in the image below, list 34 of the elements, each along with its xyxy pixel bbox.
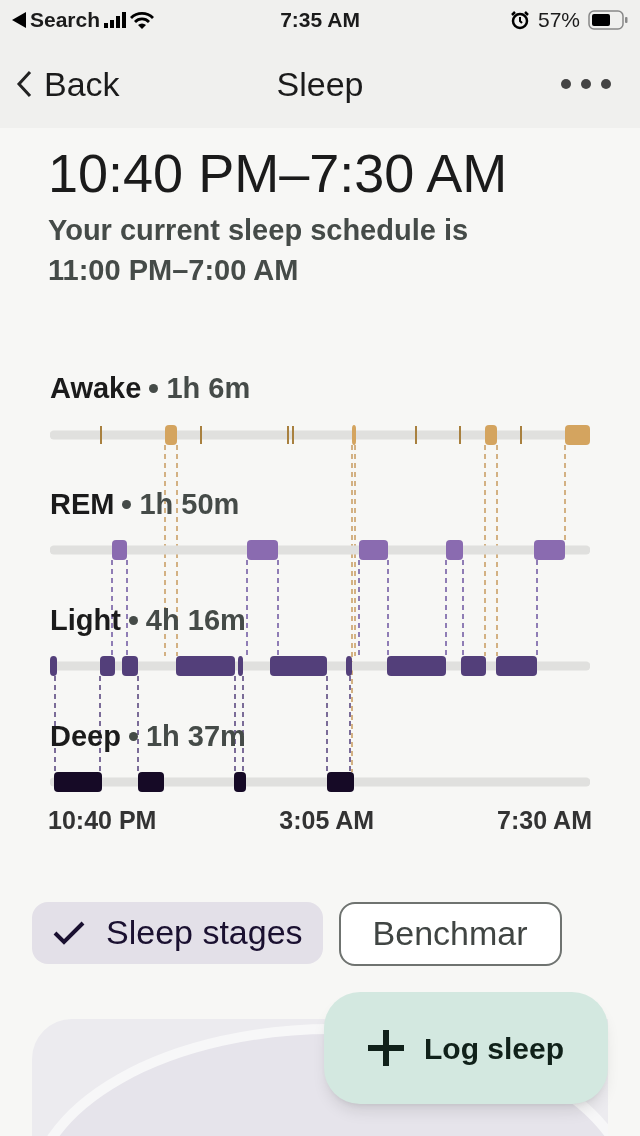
plus-icon [368, 1030, 404, 1066]
dot-icon [128, 616, 138, 625]
stage-name: REM [50, 487, 115, 522]
log-sleep-button[interactable]: Log sleep [324, 992, 608, 1104]
schedule-text: Your current sleep schedule is 11:00 PM–7:00 AM [48, 213, 470, 288]
stage-duration: 1h 37m [145, 719, 246, 754]
filter-chip[interactable]: Sleep stages [32, 901, 323, 964]
stage-name: Awake [50, 371, 142, 406]
back-arrow-icon [12, 12, 26, 28]
dot-icon [149, 384, 159, 393]
stage-name: Deep [50, 719, 121, 754]
battery-icon [588, 10, 628, 30]
back-button[interactable]: Back [16, 58, 216, 110]
time-axis-label: 3:05 AM [279, 805, 375, 836]
time-axis-label: 7:30 AM [497, 805, 592, 836]
signal-icon [104, 12, 127, 28]
filter-chip[interactable]: Benchmar [338, 901, 562, 966]
stage-duration: 1h 6m [166, 371, 251, 406]
dot-icon [128, 732, 138, 741]
more-icon[interactable] [560, 78, 612, 90]
back-app-link[interactable]: Search [12, 4, 101, 36]
wifi-icon [130, 11, 155, 29]
check-icon [52, 919, 86, 946]
stage-duration: 1h 50m [139, 487, 240, 522]
alarm-icon [509, 10, 530, 30]
time-axis-label: 10:40 PM [48, 805, 157, 836]
battery-percent: 57% [537, 7, 580, 34]
stage-name: Light [50, 603, 121, 638]
sleep-time-range: 10:40 PM–7:30 AM [48, 142, 509, 204]
dot-icon [122, 500, 132, 509]
page-title: Sleep [275, 63, 365, 105]
stage-duration: 4h 16m [145, 603, 246, 638]
status-time: 7:35 AM [279, 7, 361, 34]
chevron-left-icon [16, 70, 32, 98]
